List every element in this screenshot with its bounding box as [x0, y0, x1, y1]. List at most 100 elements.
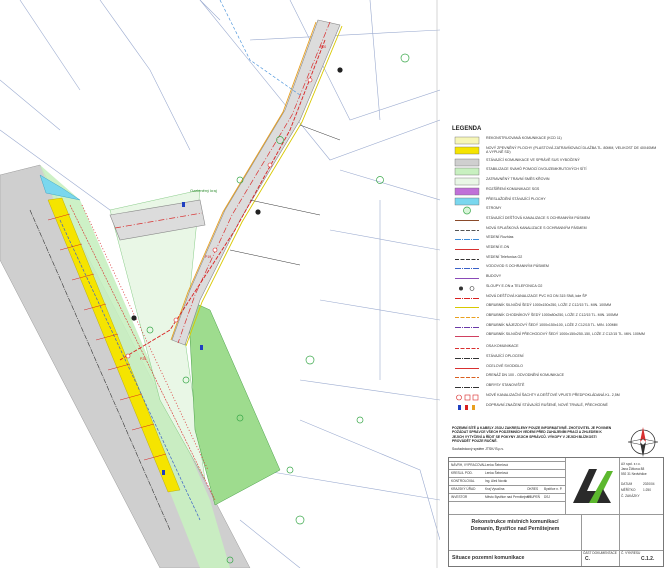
- firm-city: 592 31 Nedvědice: [621, 472, 647, 476]
- legend-symbol-icon: [455, 278, 479, 280]
- legend-item: ROZŠÍŘENÍ KOMUNIKACE SGS: [454, 187, 660, 197]
- drawing-number: C.1.2.: [641, 556, 655, 562]
- legend-item: DOPRAVNÍ ZNAČENÍ STÁVAJÍCÍ RUŠENÉ, NOVÉ …: [454, 403, 660, 413]
- project-title: Rekonstrukce místních komunikací Domanín…: [451, 519, 579, 533]
- legend-item-label: PŘESLAŽDĚNÍ STÁVAJÍCÍ PLOCHY: [486, 196, 546, 201]
- legend-symbol-icon: [455, 297, 479, 299]
- point-label-3: P20: [140, 357, 146, 361]
- legend-item-label: OBRUBNÍK CHODNÍKOVÝ ŠEDÝ 1000x80x250, LO…: [486, 312, 619, 317]
- legend-symbol-icon: [454, 158, 480, 166]
- legend-item-label: OBRUBNÍK SILNIČNÍ ŠEDÝ 1000x150x250, LOŽ…: [486, 303, 612, 308]
- legend-symbol-icon: [454, 136, 480, 145]
- point-label-1: P20: [320, 45, 326, 49]
- legend-symbol-icon: [455, 268, 479, 270]
- legend-item: VEDENÍ Telefonica O2: [454, 255, 660, 265]
- tb-row-label: INVESTOR: [451, 495, 468, 499]
- date-value: 2020/04: [643, 482, 655, 486]
- legend-item: STABILIZACE SVAHŮ POMOCÍ DVOUZEMKRUTOVÝC…: [454, 167, 660, 177]
- legend-item-label: NOVÁ DEŠŤOVÁ KANALIZACE PVC KG DN 315 SN…: [486, 293, 588, 298]
- date-label: DATUM: [621, 482, 633, 486]
- legend-symbol-icon: [455, 358, 479, 359]
- legend-item: STÁVAJÍCÍ DEŠŤOVÁ KANALIZACE S OCHRANNÝM…: [454, 216, 660, 226]
- scale-label: MĚŘÍTKO: [621, 488, 636, 492]
- note-text: POZEMNÍ SÍTĚ A KABELY JSOU ZAKRESLENY PO…: [452, 426, 612, 444]
- legend-item: BUDOVY: [454, 274, 660, 284]
- legend-item: ZATRAVNĚNÝ TRAVNÍ SMĚS KŘOVIN: [454, 177, 660, 187]
- legend-item-label: VEDENÍ Telefonica O2: [486, 254, 523, 259]
- legend-item-label: OBRYSY STANOVIŠTĚ: [486, 383, 525, 388]
- broadcast-line: [219, 0, 301, 96]
- scale-value: 1:250: [643, 488, 651, 492]
- tb-row-label: NÁVRH, VYPRACOVAL: [451, 463, 486, 467]
- tb-row-label: KRAJSKÝ ÚŘAD: [451, 487, 476, 491]
- legend-symbol-icon: [456, 394, 479, 401]
- legend-item-label: STROMY: [486, 206, 502, 211]
- legend-symbol-icon: [455, 258, 479, 260]
- legend-item-label: ZATRAVNĚNÝ TRAVNÍ SMĚS KŘOVIN: [486, 177, 550, 182]
- legend-item-label: NOVÝ ZPEVNĚNÝ PLOCHY (PLASTOVÁ ZATRAVŇOV…: [486, 145, 657, 154]
- north-arrow-icon: [627, 427, 659, 457]
- tb-row-value: Kraj Vysočina: [485, 487, 505, 491]
- legend: LEGENDA REKONSTRUOVANÁ KOMUNIKACE (KCD 1…: [448, 122, 662, 422]
- legend-title: LEGENDA: [452, 126, 482, 132]
- legend-item-label: OCELOVÉ SVODIDLO: [486, 363, 523, 368]
- legend-item: REKONSTRUOVANÁ KOMUNIKACE (KCD 11): [454, 136, 660, 146]
- legend-item: NOVÁ SPLAŠKOVÁ KANALIZACE S OCHRANNÝM PÁ…: [454, 226, 660, 236]
- legend-item: NOVÉ KANALIZAČNÍ ŠACHTY A DEŠŤOVÉ VPUSTI…: [454, 393, 660, 403]
- legend-symbol-icon: [454, 168, 480, 176]
- project-title-line1: Rekonstrukce místních komunikací: [471, 519, 559, 525]
- legend-item-label: NOVÉ KANALIZAČNÍ ŠACHTY A DEŠŤOVÉ VPUSTI…: [486, 392, 620, 397]
- legend-item-label: STABILIZACE SVAHŮ POMOCÍ DVOUZEMKRUTOVÝC…: [486, 167, 587, 172]
- legend-item: OBRUBNÍK SILNIČNÍ PŘECHODOVÝ ŠEDÝ 1000x1…: [454, 332, 660, 342]
- legend-symbol-icon: [454, 197, 480, 205]
- tb-row-value: Lenka Šebelová: [485, 463, 508, 467]
- legend-symbol-icon: [455, 219, 479, 221]
- part-caption: ČÁST DOKUMENTACE: [583, 551, 617, 555]
- legend-item-label: ROZŠÍŘENÍ KOMUNIKACE SGS: [486, 186, 540, 191]
- legend-item: OBRUBNÍK CHODNÍKOVÝ ŠEDÝ 1000x80x250, LO…: [454, 313, 660, 323]
- tb-row-extra-value: Bystřice n. P.: [544, 487, 563, 491]
- legend-item: OSA KOMUNIKACE: [454, 344, 660, 354]
- firm-name: AX spol. s r.o.: [621, 462, 641, 466]
- legend-item: VEDENÍ E.ON: [454, 245, 660, 255]
- legend-symbol-icon: [455, 249, 479, 250]
- legend-symbol-icon: [455, 387, 479, 389]
- legend-item: VODOVOD S OCHRANNÝM PÁSMEM: [454, 264, 660, 274]
- legend-item-label: NOVÁ SPLAŠKOVÁ KANALIZACE S OCHRANNÝM PÁ…: [486, 225, 587, 230]
- legend-item: SLOUPY E.ON a TELEFONICA O2: [454, 284, 660, 294]
- legend-item: DRENÁŽ DN 100 - ODVODNĚNÍ KOMUNIKACE: [454, 373, 660, 383]
- legend-symbol-icon: [459, 285, 475, 291]
- coordinate-system: Souřadnicový systém JTSK/ B.p.v.: [452, 446, 504, 451]
- legend-item: STROMY: [454, 206, 660, 216]
- number-caption: Č. VÝKRESU: [621, 551, 641, 555]
- legend-item: VEDENÍ Rozhlas: [454, 235, 660, 245]
- legend-item-label: DRENÁŽ DN 100 - ODVODNĚNÍ KOMUNIKACE: [486, 373, 565, 378]
- company-logo-icon: [573, 469, 613, 503]
- legend-item: STÁVAJÍCÍ OPLOCENÍ: [454, 354, 660, 364]
- tb-row-value: Lenka Šebelová: [485, 471, 508, 475]
- legend-item-label: DOPRAVNÍ ZNAČENÍ STÁVAJÍCÍ RUŠENÉ, NOVÉ …: [486, 402, 608, 407]
- utility-note: POZEMNÍ SÍTĚ A KABELY JSOU ZAKRESLENY PO…: [452, 426, 614, 451]
- legend-item: OBRUBNÍK SILNIČNÍ ŠEDÝ 1000x150x250, LOŽ…: [454, 303, 660, 313]
- legend-symbol-icon: [454, 177, 480, 186]
- legend-symbol-icon: [463, 206, 471, 215]
- legend-symbol-icon: [455, 367, 479, 369]
- tb-row-extra-value: DSJ: [544, 495, 551, 499]
- legend-item-label: OBRUBNÍK NÁJEZDOVÝ ŠEDÝ 1000x150x100, LO…: [486, 322, 618, 327]
- tb-row-label: KONTROLOVAL: [451, 479, 475, 483]
- legend-item-label: REKONSTRUOVANÁ KOMUNIKACE (KCD 11): [486, 136, 562, 140]
- tb-row-value: Město Bystřice nad Pernštejnem: [485, 495, 531, 499]
- legend-item-label: STÁVAJÍCÍ OPLOCENÍ: [486, 354, 524, 358]
- legend-item-label: OSA KOMUNIKACE: [486, 344, 519, 349]
- tb-row-value: Ing. Aleš Novák: [485, 479, 508, 483]
- legend-item-label: OBRUBNÍK SILNIČNÍ PŘECHODOVÝ ŠEDÝ 1000x1…: [486, 332, 645, 337]
- legend-symbol-icon: [455, 316, 479, 318]
- order-label: Č. ZAKÁZKY: [621, 494, 640, 498]
- site-plan-map: Ozeleněný kraj P20 P19 P20: [0, 0, 440, 568]
- legend-symbol-icon: [454, 187, 480, 195]
- legend-item-label: VEDENÍ E.ON: [486, 245, 510, 249]
- documentation-part: C.: [585, 556, 590, 562]
- legend-symbol-icon: [455, 307, 479, 309]
- tb-row-label: KRESLIL POD.: [451, 471, 473, 475]
- legend-item-label: SLOUPY E.ON a TELEFONICA O2: [486, 283, 543, 288]
